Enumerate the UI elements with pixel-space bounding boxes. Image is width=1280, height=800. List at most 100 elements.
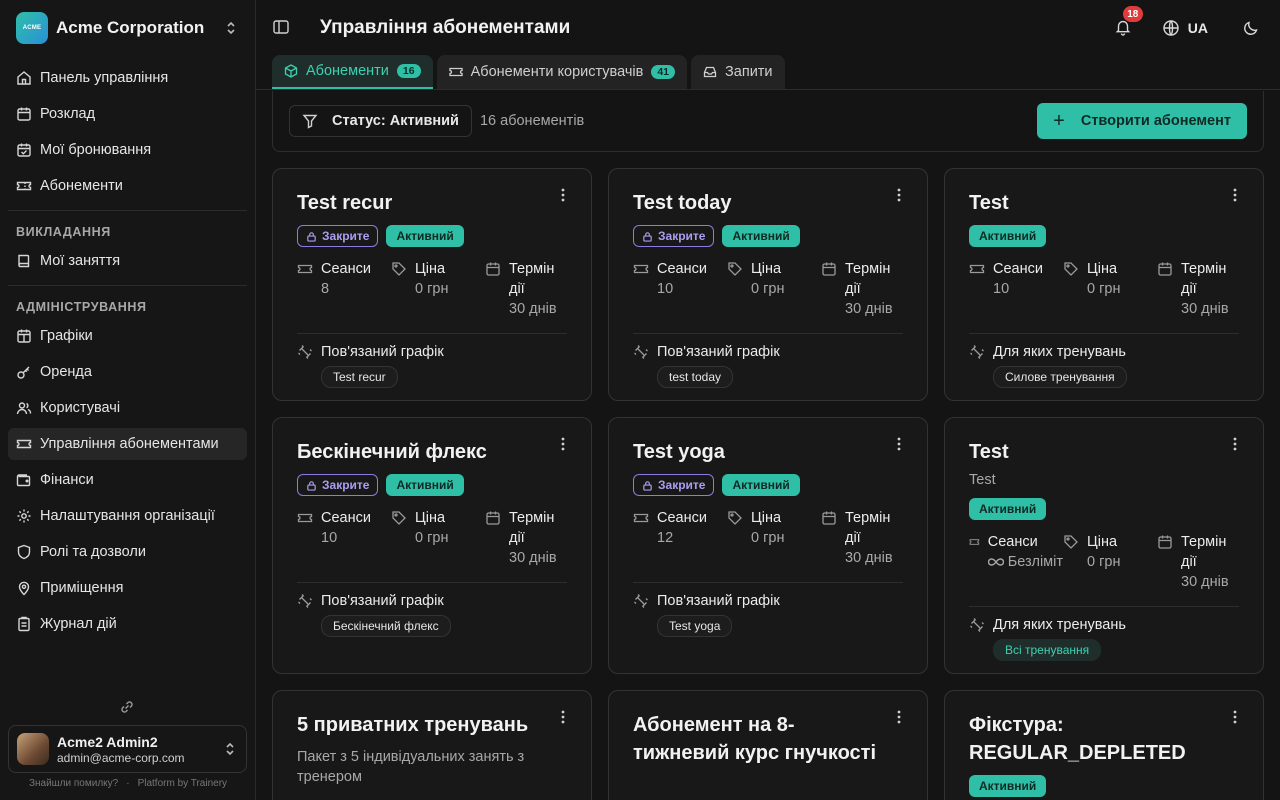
theme-toggle-moon-icon[interactable]	[1242, 19, 1260, 37]
closed-label: Закрите	[322, 478, 370, 492]
membership-card[interactable]: Test Test Активний Сеанси Безліміт Ціна 0 …	[944, 417, 1264, 674]
stat-label: Термін	[845, 510, 891, 526]
sidebar-item-label: Абонементи	[40, 178, 123, 194]
more-vertical-icon[interactable]	[555, 709, 571, 725]
stat-term: Термін дії 30 днів	[485, 508, 561, 568]
more-vertical-icon[interactable]	[555, 436, 571, 452]
membership-card[interactable]: 5 приватних тренувань Пакет з 5 індивіду…	[272, 690, 592, 800]
section-title-teaching: ВИКЛАДАННЯ	[16, 225, 111, 239]
calendar-grid-icon	[16, 328, 32, 344]
more-vertical-icon[interactable]	[555, 187, 571, 203]
report-bug-link[interactable]: Знайшли помилку?	[29, 778, 118, 789]
more-vertical-icon[interactable]	[1227, 436, 1243, 452]
platform-link[interactable]: Platform by Trainery	[138, 778, 227, 789]
membership-card[interactable]: Test yoga Закрите Активний Сеанси 12 Ціна…	[608, 417, 928, 674]
stat-value: 0 грн	[1087, 281, 1121, 297]
membership-card[interactable]: Фікстура: REGULAR_DEPLETED Активний	[944, 690, 1264, 800]
stat-value: 10	[993, 281, 1010, 297]
tab-requests[interactable]: Запити	[691, 55, 785, 89]
create-membership-button[interactable]: + Створити абонемент	[1037, 103, 1247, 139]
sidebar-item-memberships[interactable]: Абонементи	[8, 170, 247, 202]
sidebar-item-dashboard[interactable]: Панель управління	[8, 62, 247, 94]
ticket-manage-icon	[16, 436, 32, 452]
stat-label: дії	[509, 281, 525, 297]
sidebar-item-users[interactable]: Користувачі	[8, 392, 247, 424]
stat-sessions: Сеанси 8	[297, 259, 391, 319]
sidebar-nav: Панель управління Розклад Мої бронювання…	[0, 56, 255, 644]
closed-badge: Закрите	[633, 474, 715, 496]
card-stats: Сеанси 12 Ціна 0 грн Термін дії 30 днів	[633, 508, 903, 568]
calendar-icon	[1158, 262, 1172, 276]
stat-label: дії	[845, 281, 861, 297]
sidebar-item-activity-log[interactable]: Журнал дій	[8, 608, 247, 640]
sidebar-item-org-settings[interactable]: Налаштування організації	[8, 500, 247, 532]
stat-label: Термін	[845, 261, 891, 277]
closed-badge: Закрите	[633, 225, 715, 247]
tag-icon	[1064, 262, 1078, 276]
stat-price: Ціна 0 грн	[727, 508, 821, 568]
dumbbell-icon	[298, 345, 312, 359]
membership-card[interactable]: Test recur Закрите Активний Сеанси 8 Ціна…	[272, 168, 592, 401]
stat-label: Ціна	[1087, 261, 1118, 277]
tab-memberships[interactable]: Абонементи 16	[272, 55, 433, 89]
stat-label: Ціна	[751, 261, 782, 277]
sidebar-item-bookings[interactable]: Мої бронювання	[8, 134, 247, 166]
status-filter-button[interactable]: Статус: Активний	[289, 105, 472, 137]
infinity-icon	[987, 558, 1004, 566]
more-vertical-icon[interactable]	[891, 709, 907, 725]
sidebar-item-schedules[interactable]: Графіки	[8, 320, 247, 352]
lock-icon	[307, 231, 316, 242]
linked-schedule: Пов'язаний графік	[297, 593, 567, 609]
stat-value: 0 грн	[751, 530, 785, 546]
more-vertical-icon[interactable]	[891, 187, 907, 203]
tab-user-memberships[interactable]: Абонементи користувачів 41	[436, 55, 688, 89]
language-switcher[interactable]: UA	[1162, 19, 1208, 37]
sidebar-toggle-icon[interactable]	[272, 18, 292, 38]
card-title: Test today	[633, 192, 732, 214]
calendar-icon	[1158, 535, 1172, 549]
membership-card[interactable]: Абонемент на 8-тижневий курс гнучкості	[608, 690, 928, 800]
user-menu[interactable]: Acme2 Admin2 admin@acme-corp.com	[8, 725, 247, 773]
sidebar-item-my-classes[interactable]: Мої заняття	[8, 245, 247, 277]
membership-card[interactable]: Бескінечний флекс Закрите Активний Сеанс…	[272, 417, 592, 674]
sidebar-item-roles[interactable]: Ролі та дозволи	[8, 536, 247, 568]
stat-value: 0 грн	[751, 281, 785, 297]
linked-label: Пов'язаний графік	[321, 593, 444, 609]
more-vertical-icon[interactable]	[1227, 187, 1243, 203]
divider	[297, 582, 567, 583]
sidebar-item-label: Панель управління	[40, 70, 169, 86]
stat-term: Термін дії 30 днів	[1157, 532, 1233, 592]
chevrons-up-down-icon	[222, 741, 238, 758]
sidebar-item-membership-management[interactable]: Управління абонементами	[8, 428, 247, 460]
sidebar-item-schedule[interactable]: Розклад	[8, 98, 247, 130]
calendar-check-icon	[16, 142, 32, 158]
linked-chip: Test yoga	[657, 615, 733, 637]
sidebar-item-rent[interactable]: Оренда	[8, 356, 247, 388]
avatar	[17, 733, 49, 765]
create-membership-label: Створити абонемент	[1080, 113, 1231, 129]
membership-card[interactable]: Test Активний Сеанси 10 Ціна 0 грн Термін д…	[944, 168, 1264, 401]
ticket-icon	[969, 264, 985, 274]
linked-chip: Test recur	[321, 366, 398, 388]
more-vertical-icon[interactable]	[1227, 709, 1243, 725]
membership-card[interactable]: Test today Закрите Активний Сеанси 10 Цін…	[608, 168, 928, 401]
ticket-icon	[16, 178, 32, 194]
card-stats: Сеанси 10 Ціна 0 грн Термін дії 30 днів	[969, 259, 1239, 319]
sidebar-item-premises[interactable]: Приміщення	[8, 572, 247, 604]
stat-label: Ціна	[1087, 534, 1118, 550]
status-badge: Активний	[969, 498, 1047, 520]
more-vertical-icon[interactable]	[891, 436, 907, 452]
stat-value: 30 днів	[509, 301, 557, 317]
sidebar-item-label: Графіки	[40, 328, 93, 344]
tab-count-badge: 16	[396, 64, 421, 78]
closed-label: Закрите	[658, 478, 706, 492]
org-switcher[interactable]: ACME Acme Corporation	[0, 0, 255, 56]
linked-schedule: Пов'язаний графік	[297, 344, 567, 360]
linked-label: Пов'язаний графік	[657, 593, 780, 609]
status-filter-label: Статус: Активний	[332, 113, 459, 129]
link-icon[interactable]	[118, 698, 136, 716]
sidebar-item-finance[interactable]: Фінанси	[8, 464, 247, 496]
notifications-button[interactable]: 18	[1114, 6, 1143, 38]
ticket-icon	[297, 513, 313, 523]
card-title: Бескінечний флекс	[297, 441, 487, 463]
